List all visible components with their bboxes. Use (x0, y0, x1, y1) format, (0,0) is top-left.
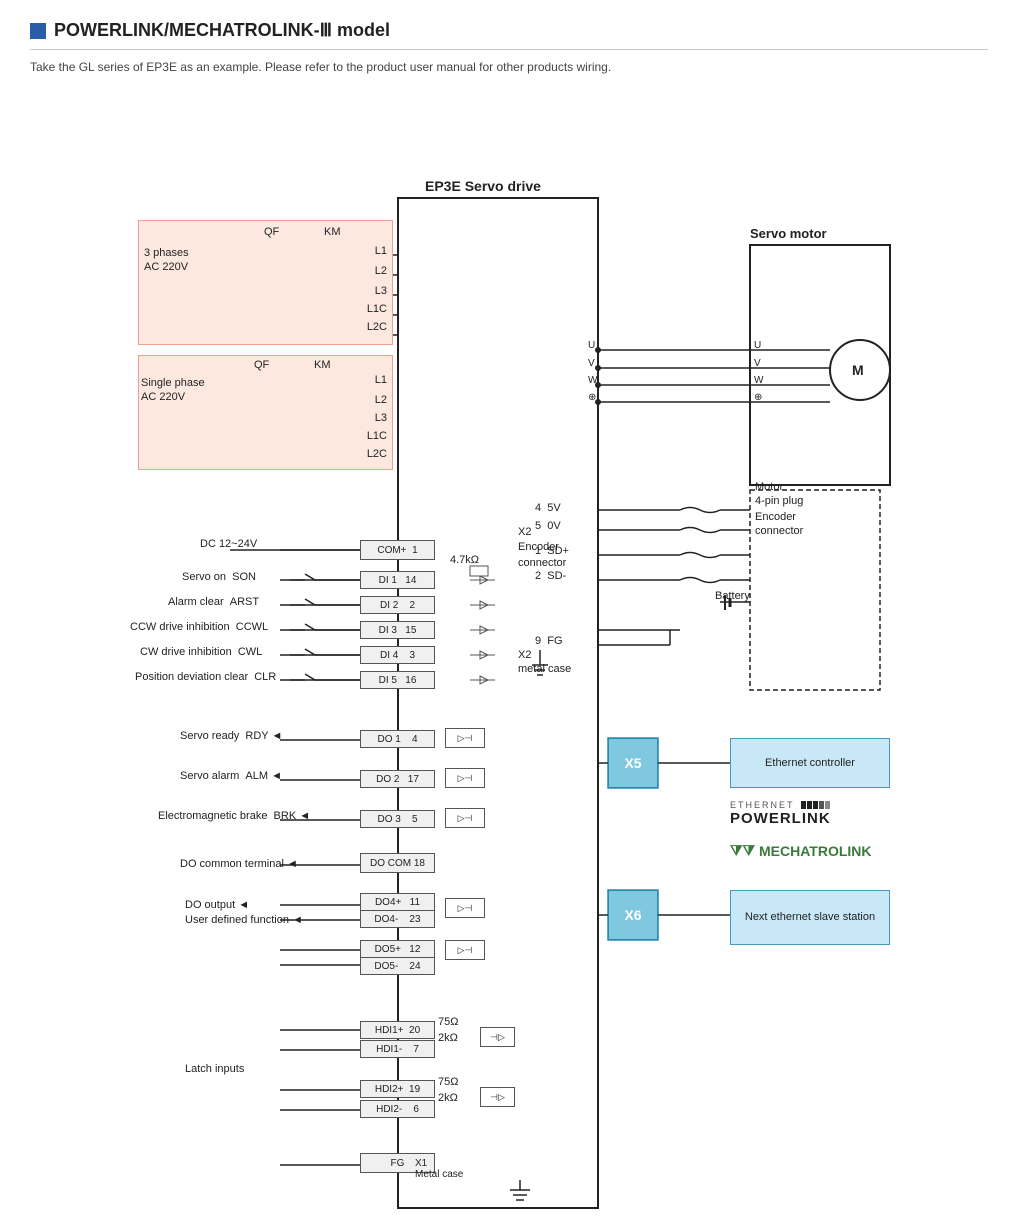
svg-text:W: W (754, 375, 764, 386)
x6-box: X6 (608, 890, 658, 940)
servo-drive-title: EP3E Servo drive (425, 178, 541, 194)
ethernet-controller-box: Ethernet controller (730, 738, 890, 788)
r75-1-label: 75Ω (438, 1016, 458, 1028)
powerlink-text: POWERLINK (730, 810, 831, 827)
com-plus-terminal: COM+ 1 (360, 540, 435, 560)
svg-text:⊕: ⊕ (588, 392, 596, 403)
mechatrolink-icon: ⧩⧩ (730, 842, 755, 859)
single-phase-box: L1 L2 L3 L1C L2C QF KM Single phaseAC 22… (138, 355, 393, 470)
ethernet-text: ETHERNET (730, 800, 831, 810)
svg-text:W: W (588, 375, 598, 386)
subtitle: Take the GL series of EP3E as an example… (30, 60, 988, 74)
do3-symbol: ▷⊣ (445, 808, 485, 828)
mechatrolink-logo: ⧩⧩ MECHATROLINK (730, 842, 872, 859)
x5-label: X5 (624, 755, 641, 771)
next-ethernet-label: Next ethernet slave station (745, 910, 875, 925)
dc-label: DC 12~24V (200, 537, 257, 551)
cw-label: CW drive inhibition CWL (140, 646, 262, 658)
sp-l1-label: L1 (375, 374, 387, 386)
di3-terminal: DI 3 15 (360, 621, 435, 639)
do4p-terminal: DO4+ 11 (360, 893, 435, 911)
servo-motor-title: Servo motor (750, 226, 827, 241)
alarm-clear-label: Alarm clear ARST (168, 596, 259, 608)
mechatrolink-text: MECHATROLINK (759, 843, 872, 859)
svg-text:M: M (852, 362, 864, 378)
three-phase-box: L1 L2 L3 L1C L2C QF KM 3 phasesAC 220V (138, 220, 393, 345)
do-common-label: DO common terminal ◄ (180, 858, 298, 870)
l3-label: L3 (375, 285, 387, 297)
ccw-label: CCW drive inhibition CCWL (130, 621, 268, 633)
x1-metal-case-label: X1Metal case (415, 1158, 463, 1180)
em-brake-label: Electromagnetic brake BRK ◄ (158, 810, 310, 822)
pos-dev-label: Position deviation clear CLR (135, 671, 276, 683)
single-phase-label: Single phaseAC 220V (141, 376, 205, 405)
do1-symbol: ▷⊣ (445, 728, 485, 748)
do4-symbol: ▷⊣ (445, 898, 485, 918)
do3-terminal: DO 3 5 (360, 810, 435, 828)
hdi1m-terminal: HDI1- 7 (360, 1040, 435, 1058)
do1-terminal: DO 1 4 (360, 730, 435, 748)
page-title: POWERLINK/MECHATROLINK-Ⅲ model (54, 20, 390, 41)
qf-label-3p: QF (264, 226, 279, 238)
hdi2m-terminal: HDI2- 6 (360, 1100, 435, 1118)
do2-terminal: DO 2 17 (360, 770, 435, 788)
l1-label: L1 (375, 245, 387, 257)
r2k-2-label: 2kΩ (438, 1092, 458, 1104)
do5m-terminal: DO5- 24 (360, 957, 435, 975)
sp-l1c-label: L1C (367, 430, 387, 442)
do5-symbol: ▷⊣ (445, 940, 485, 960)
do2-symbol: ▷⊣ (445, 768, 485, 788)
di4-terminal: DI 4 3 (360, 646, 435, 664)
x2-label: X2Encoderconnector (518, 525, 566, 571)
svg-text:U: U (588, 340, 595, 351)
encoder-connector-label: Encoderconnector (755, 510, 803, 539)
l2c-label: L2C (367, 321, 387, 333)
x5-box: X5 (608, 738, 658, 788)
hdi1p-terminal: HDI1+ 20 (360, 1021, 435, 1039)
battery-label: Battery (715, 590, 750, 602)
svg-text:V: V (754, 358, 761, 369)
l1c-label: L1C (367, 303, 387, 315)
page-header: POWERLINK/MECHATROLINK-Ⅲ model (30, 20, 988, 50)
km-label-sp: KM (314, 359, 331, 371)
ethernet-controller-label: Ethernet controller (765, 757, 855, 769)
next-ethernet-box: Next ethernet slave station (730, 890, 890, 945)
hdi2-opto: ⊣▷ (480, 1087, 515, 1107)
l2-label: L2 (375, 265, 387, 277)
svg-text:U: U (754, 340, 761, 351)
svg-text:V: V (588, 358, 595, 369)
servo-on-label: Servo on SON (182, 571, 256, 583)
svg-text:⊕: ⊕ (754, 392, 762, 403)
sp-l2-label: L2 (375, 394, 387, 406)
r2k-1-label: 2kΩ (438, 1032, 458, 1044)
sp-l3-label: L3 (375, 412, 387, 424)
latch-inputs-label: Latch inputs (185, 1063, 244, 1075)
sp-l2c-label: L2C (367, 448, 387, 460)
x2-metal-case: X2metal case (518, 648, 571, 677)
hdi1-opto: ⊣▷ (480, 1027, 515, 1047)
do4m-terminal: DO4- 23 (360, 910, 435, 928)
do5p-terminal: DO5+ 12 (360, 940, 435, 958)
di1-terminal: DI 1 14 (360, 571, 435, 589)
km-label-3p: KM (324, 226, 341, 238)
x6-label: X6 (624, 907, 641, 923)
enc-pin9-label: 9 FG (535, 635, 563, 647)
hdi2p-terminal: HDI2+ 19 (360, 1080, 435, 1098)
servo-alarm-label: Servo alarm ALM ◄ (180, 770, 282, 782)
do-com-terminal: DO COM 18 (360, 853, 435, 873)
diagram-container: ⊕ ⊕ (30, 90, 990, 1210)
blue-square-icon (30, 23, 46, 39)
resistance-4-7k: 4.7kΩ (450, 554, 479, 566)
enc-pin4-label: 4 5V (535, 502, 561, 514)
ethernet-powerlink-logo: ETHERNET POWERLINK (730, 800, 831, 827)
enc-pin2-label: 2 SD- (535, 570, 566, 582)
r75-2-label: 75Ω (438, 1076, 458, 1088)
qf-label-sp: QF (254, 359, 269, 371)
three-phase-label: 3 phasesAC 220V (144, 246, 189, 275)
do-output-label: DO output ◄User defined function ◄ (185, 898, 303, 929)
motor-plug-label: Motor4-pin plug (755, 480, 803, 509)
servo-ready-label: Servo ready RDY ◄ (180, 730, 282, 742)
di2-terminal: DI 2 2 (360, 596, 435, 614)
di5-terminal: DI 5 16 (360, 671, 435, 689)
